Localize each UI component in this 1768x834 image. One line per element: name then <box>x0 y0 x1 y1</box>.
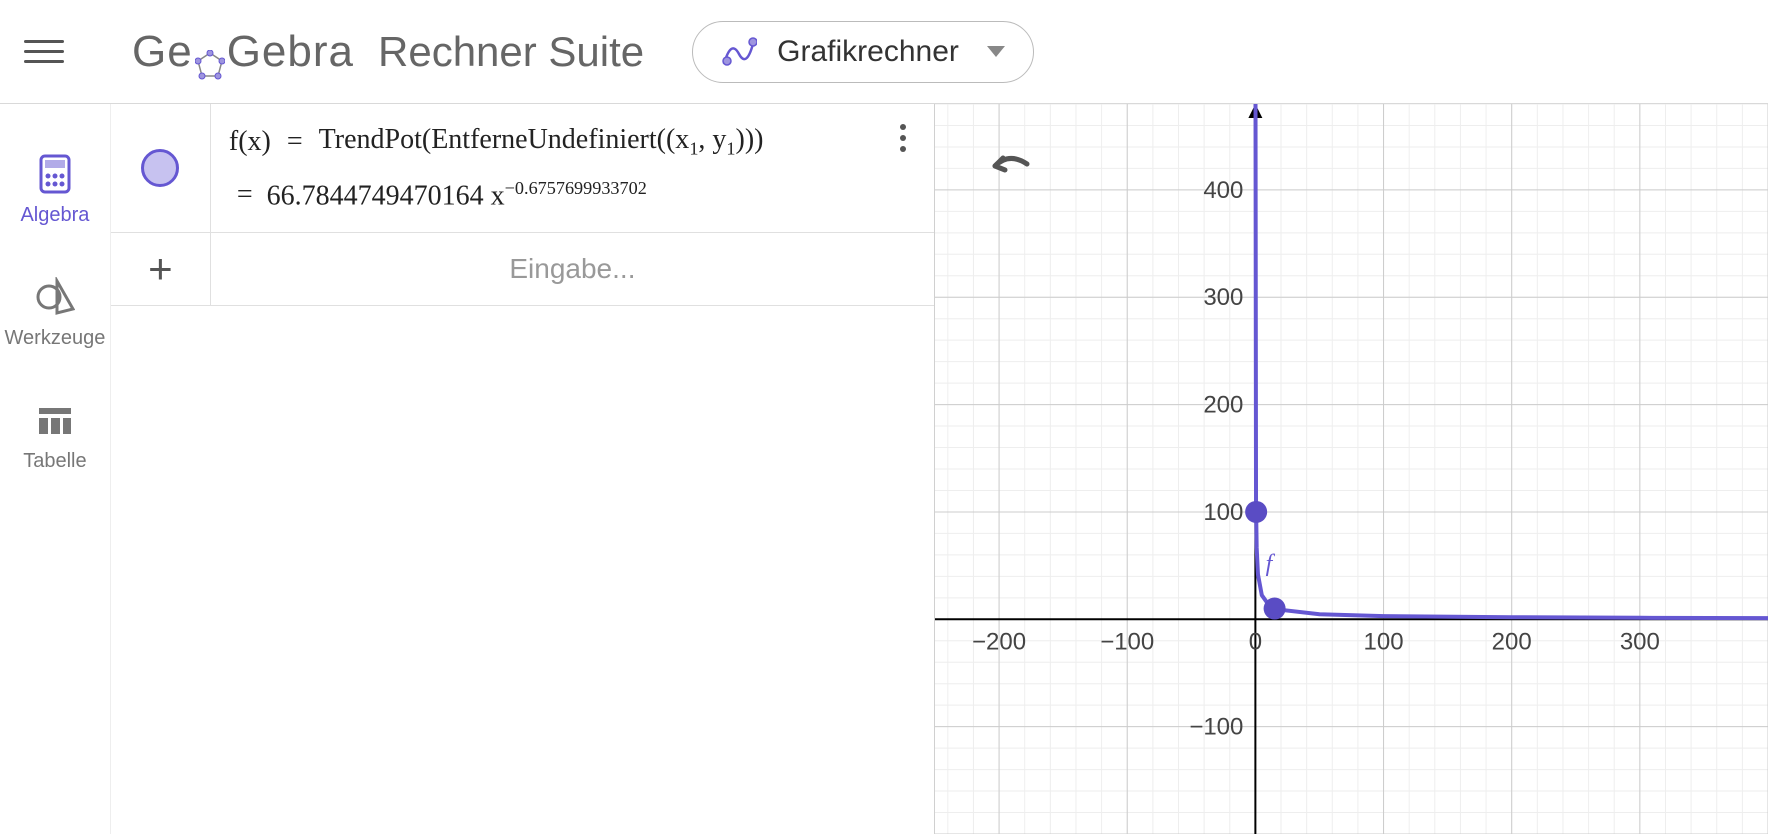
svg-text:100: 100 <box>1364 628 1404 655</box>
menu-button[interactable] <box>24 32 64 72</box>
chevron-down-icon <box>987 46 1005 57</box>
suite-title: Rechner Suite <box>378 28 644 76</box>
sidebar: Algebra Werkzeuge Tabelle <box>0 104 110 834</box>
svg-text:300: 300 <box>1203 284 1243 311</box>
expression-definition: f(x) = TrendPot(EntferneUndefiniert((x1,… <box>229 124 916 160</box>
sidebar-item-algebra[interactable]: Algebra <box>20 154 89 227</box>
row-more-button[interactable] <box>900 124 906 152</box>
svg-text:200: 200 <box>1492 628 1532 655</box>
app-selector-label: Grafikrechner <box>777 35 959 69</box>
header: Ge Gebra Rechner Suite Grafikrechner <box>0 0 1768 104</box>
input-placeholder: Eingabe... <box>509 253 635 285</box>
svg-text:300: 300 <box>1620 628 1660 655</box>
sidebar-item-label: Werkzeuge <box>5 327 106 350</box>
body: Algebra Werkzeuge Tabelle <box>0 104 1768 834</box>
graph-panel[interactable]: −200−1000100200300−100100200300400f <box>934 104 1768 834</box>
plus-icon[interactable]: + <box>148 248 173 290</box>
tools-icon <box>35 277 75 317</box>
row-content[interactable]: f(x) = TrendPot(EntferneUndefiniert((x1,… <box>211 104 934 232</box>
svg-text:100: 100 <box>1203 499 1243 526</box>
graphing-icon <box>721 34 757 70</box>
numeric-value: 66.7844749470164 x−0.6757699933702 <box>267 178 647 212</box>
sidebar-item-table[interactable]: Tabelle <box>23 400 86 473</box>
row-handle[interactable] <box>111 104 211 232</box>
algebra-input-row[interactable]: + Eingabe... <box>111 233 934 306</box>
app-selector[interactable]: Grafikrechner <box>692 21 1034 83</box>
svg-text:−100: −100 <box>1100 628 1154 655</box>
sidebar-item-tools[interactable]: Werkzeuge <box>5 277 106 350</box>
input-field[interactable]: Eingabe... <box>211 233 934 305</box>
undo-button[interactable] <box>985 144 1035 184</box>
equals-sign: = <box>237 179 253 211</box>
logo-block: Ge Gebra Rechner Suite <box>132 27 644 77</box>
expr-rhs: TrendPot(EntferneUndefiniert((x1, y1))) <box>319 124 764 160</box>
sidebar-item-label: Algebra <box>20 204 89 227</box>
svg-text:400: 400 <box>1203 177 1243 204</box>
expression-value: = 66.7844749470164 x−0.6757699933702 <box>229 178 916 212</box>
add-row-handle[interactable]: + <box>111 233 211 305</box>
sidebar-item-label: Tabelle <box>23 450 86 473</box>
visibility-toggle[interactable] <box>141 149 179 187</box>
algebra-row[interactable]: f(x) = TrendPot(EntferneUndefiniert((x1,… <box>111 104 934 233</box>
graph-canvas[interactable]: −200−1000100200300−100100200300400f <box>935 104 1768 834</box>
svg-text:0: 0 <box>1249 628 1262 655</box>
expr-lhs: f(x) <box>229 126 271 158</box>
logo-icon <box>195 41 225 71</box>
table-icon <box>35 400 75 440</box>
algebra-panel: f(x) = TrendPot(EntferneUndefiniert((x1,… <box>110 104 934 834</box>
equals-sign: = <box>287 126 303 158</box>
svg-text:−100: −100 <box>1189 714 1243 741</box>
svg-text:200: 200 <box>1203 392 1243 419</box>
svg-text:−200: −200 <box>972 628 1026 655</box>
app-logo: Ge Gebra <box>132 27 354 77</box>
algebra-icon <box>35 154 75 194</box>
